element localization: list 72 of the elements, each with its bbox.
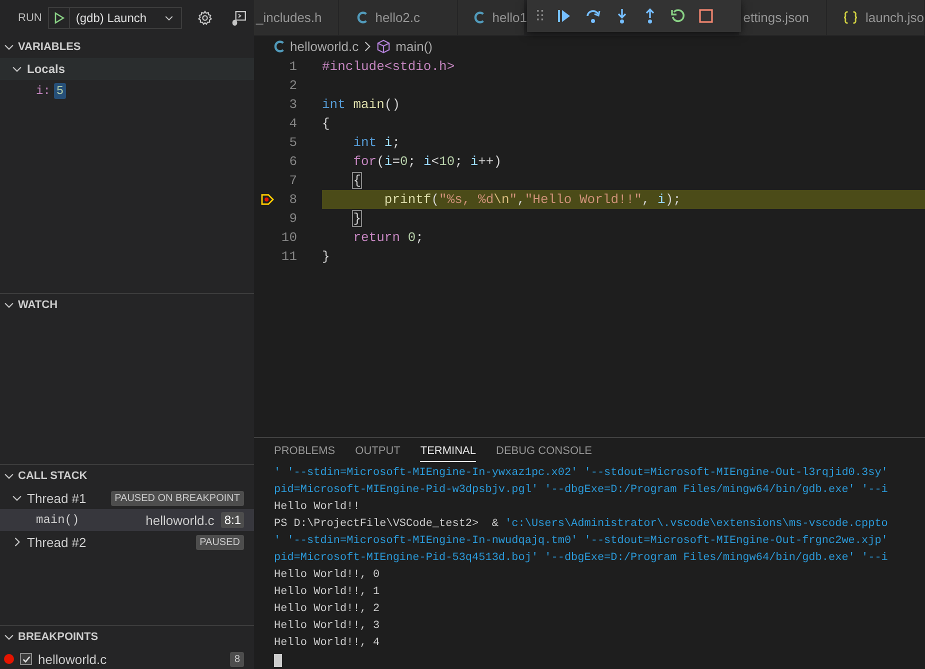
section-title[interactable]: CALL STACK [18,470,88,482]
panel-tab[interactable]: TERMINAL [420,441,476,462]
terminal-line: Hello World!!, 1 [274,585,381,600]
editor-tab[interactable]: hello2.c [339,0,458,35]
terminal-line: Hello World!! [274,500,361,515]
terminal-line: pid=Microsoft-MIEngine-Pid-w3dpsbjv.pgl' '--dbgExe=D:/Program Files/mingw64/bin/gdb.exe' '--i [274,483,889,498]
section-title[interactable]: WATCH [18,299,58,311]
c-file-icon [357,11,368,24]
terminal-line: pid=Microsoft-MIEngine-Pid-53q4513d.boj' '--dbgExe=D:/Program Files/mingw64/bin/gdb.exe' '--i [274,551,889,566]
line-number: 3 [288,97,297,112]
line-number: 4 [288,116,297,131]
terminal-line: Hello World!!, 0 [274,568,381,583]
code-line: int i; [352,134,402,152]
line-number: 7 [288,173,297,188]
terminal-line: Hello World!!, 4 [274,636,381,651]
line-number: 8 [288,192,297,207]
section-title[interactable]: VARIABLES [18,41,81,53]
status-badge: PAUSED ON BREAKPOINT [110,490,244,506]
terminal-line: ' '--stdin=Microsoft-MIEngine-In-nwudqajq.tm0' '--stdout=Microsoft-MIEngine-Out-frgnc2we.xjp' [274,534,889,549]
code-line: for(i=0; i<10; i++) [352,153,503,171]
stop-icon[interactable] [698,8,714,24]
code-line: int main() [322,96,402,114]
thread-name[interactable]: Thread #1 [27,490,108,506]
terminal-line: Hello World!!, 2 [274,602,381,617]
current-line-arrow-icon [260,194,274,205]
breadcrumb-symbol[interactable]: main() [396,39,432,54]
terminal-line: ' '--stdin=Microsoft-MIEngine-In-ywxaz1pc.x02' '--stdout=Microsoft-MIEngine-Out-l3rqjid0.3sy' [274,466,889,481]
restart-icon[interactable] [670,8,686,24]
chevron-right-icon [364,41,371,52]
breakpoint-dot [4,654,14,664]
scope-row[interactable]: Locals [0,58,254,80]
terminal-line: Hello World!!, 3 [274,619,381,634]
editor-tab[interactable]: _includes.h [254,0,340,35]
c-file-icon [474,11,486,24]
editor-tab[interactable]: ettings.json [739,0,828,35]
line-number: 9 [288,211,297,226]
checkbox[interactable] [20,653,32,665]
code-line: { [322,115,331,133]
run-label: RUN [18,12,42,24]
section-title[interactable]: BREAKPOINTS [18,631,98,643]
thread-name[interactable]: Thread #2 [27,534,193,550]
breakpoint-file[interactable]: helloworld.c [38,652,224,666]
breadcrumb-file[interactable]: helloworld.c [290,39,359,54]
panel-tab[interactable]: OUTPUT [355,441,400,462]
cube-icon [376,39,391,54]
panel-tab[interactable]: DEBUG CONSOLE [496,441,592,462]
line-number: 5 [288,135,297,150]
line-number: 1 [288,59,297,74]
terminal-line: PS D:\ProjectFile\VSCode_test2> & 'c:\Users\Administrator\.vscode\extensions\ms-vscode.cppto [274,517,889,532]
editor-tab[interactable]: launch.jso [827,0,925,35]
line-number: 10 [280,230,297,245]
code-line: return 0; [352,229,424,247]
code-line: } [322,248,331,266]
code-line: #include<stdio.h> [322,58,456,76]
variable-value[interactable]: 5 [54,83,66,99]
code-line: } [352,210,362,228]
line-number: 6 [288,154,297,169]
c-file-icon [274,40,285,53]
line-badge: 8 [230,652,244,666]
continue-icon[interactable] [556,8,572,24]
terminal-cursor [274,654,282,667]
step-over-icon[interactable] [584,8,602,24]
editor-tab[interactable]: hello1 [458,0,526,35]
status-badge: PAUSED [196,534,244,550]
braces-icon [843,11,858,24]
drag-handle-icon[interactable] [537,10,544,22]
variable-name: i: [36,84,50,98]
line-number: 2 [288,78,297,93]
panel-tab[interactable]: PROBLEMS [274,441,336,462]
stack-frame-row[interactable]: main() helloworld.c 8:1 [0,509,254,531]
line-number: 11 [280,249,297,264]
code-line: { [352,172,362,190]
